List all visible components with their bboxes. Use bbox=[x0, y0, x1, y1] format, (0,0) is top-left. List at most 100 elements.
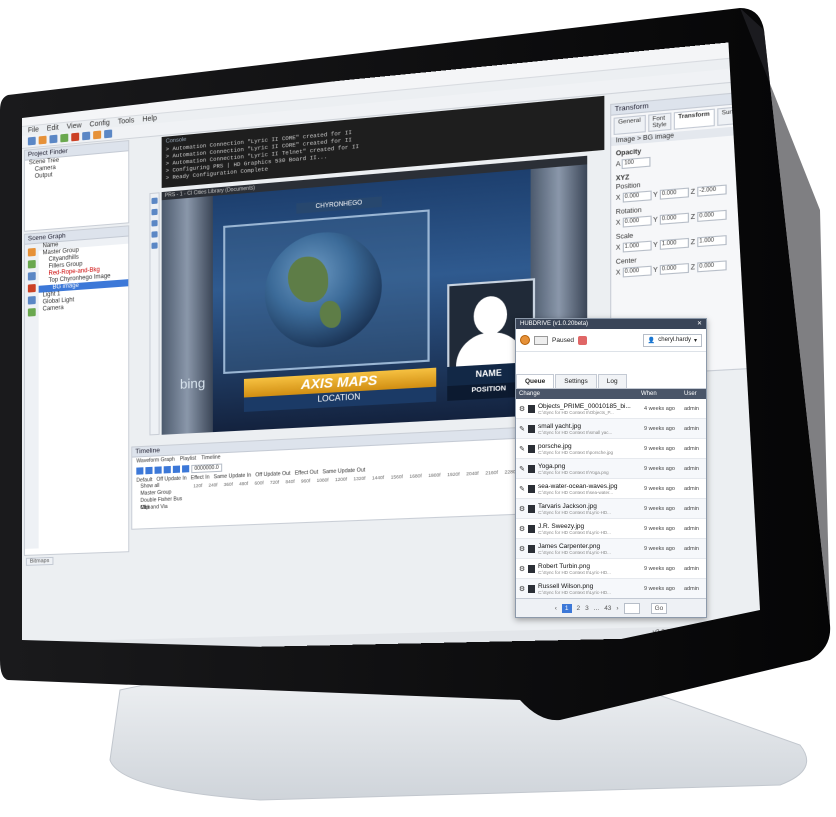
rotation-z-input[interactable]: 0.000 bbox=[696, 209, 727, 222]
timeline-row[interactable]: Clip and Via bbox=[136, 503, 193, 513]
move-icon[interactable] bbox=[151, 208, 158, 216]
queue-row[interactable]: ✎ Yoga.png C:\Sync for HD Context II\Yoga.… bbox=[516, 459, 706, 479]
menu-view[interactable]: View bbox=[67, 122, 82, 130]
tab-timeline[interactable]: Timeline bbox=[201, 454, 220, 461]
position-y-input[interactable]: 0.000 bbox=[659, 187, 689, 200]
queue-row[interactable]: ✎ porsche.jpg C:\Sync for HD Context II\po… bbox=[516, 439, 706, 459]
side-tab-template-library[interactable]: Template Library bbox=[752, 88, 760, 162]
scale-icon[interactable] bbox=[151, 231, 158, 238]
status-m[interactable]: M bbox=[735, 627, 740, 634]
folder-icon[interactable] bbox=[93, 130, 102, 140]
col-when[interactable]: When bbox=[638, 389, 681, 399]
queue-row[interactable]: ⚙ Robert Turbin.png C:\Sync for HD Context… bbox=[516, 559, 706, 579]
pointer-icon[interactable] bbox=[151, 197, 158, 205]
open-icon[interactable] bbox=[38, 135, 47, 145]
page-43[interactable]: 43 bbox=[604, 605, 611, 612]
step-forward-icon[interactable] bbox=[172, 465, 181, 474]
zoom-icon[interactable] bbox=[151, 242, 158, 249]
menu-config[interactable]: Config bbox=[90, 119, 110, 128]
timecode-field[interactable]: 0000000.0 bbox=[191, 463, 222, 474]
queue-row[interactable]: ⚙ J.R. Sweezy.jpg C:\Sync for HD Context I… bbox=[516, 519, 706, 539]
page-1[interactable]: 1 bbox=[561, 603, 572, 613]
step-back-icon[interactable] bbox=[145, 466, 153, 475]
shape-icon[interactable] bbox=[27, 283, 36, 293]
position-z-input[interactable]: -2.000 bbox=[696, 184, 727, 197]
rotation-x-input[interactable]: 0.000 bbox=[622, 215, 652, 228]
play-icon[interactable] bbox=[60, 133, 69, 143]
menu-tools[interactable]: Tools bbox=[118, 117, 134, 126]
queue-row[interactable]: ⚙ Tarvaris Jackson.jpg C:\Sync for HD Cont… bbox=[516, 499, 706, 519]
rotate-icon[interactable] bbox=[151, 219, 158, 227]
tab-transform[interactable]: Transform bbox=[673, 108, 715, 130]
tab-playlist[interactable]: Playlist bbox=[180, 456, 196, 463]
queue-row[interactable]: ✎ sea-water-ocean-waves.jpg C:\Sync for HD… bbox=[516, 479, 706, 499]
stop-icon[interactable] bbox=[71, 132, 80, 142]
tab-surface[interactable]: Surface bbox=[716, 105, 749, 126]
minimize-icon[interactable]: – bbox=[752, 42, 758, 54]
file-icon bbox=[528, 444, 535, 453]
pause-toggle[interactable] bbox=[534, 335, 548, 345]
alert-badge-icon[interactable] bbox=[578, 335, 588, 345]
grid-icon[interactable] bbox=[104, 129, 113, 139]
project-finder-panel: Project Finder Scene Tree Camera Output bbox=[23, 140, 130, 232]
queue-row[interactable]: ⚙ Russell Wilson.png C:\Sync for HD Contex… bbox=[516, 579, 706, 599]
add-icon[interactable] bbox=[27, 259, 36, 269]
status-ws[interactable]: W/S bbox=[758, 627, 760, 634]
tab-log[interactable]: Log bbox=[597, 374, 627, 388]
ruler-tick: 240f bbox=[208, 482, 218, 488]
settings-icon[interactable] bbox=[82, 131, 91, 141]
side-tab-update-ordering[interactable]: Update Ordering bbox=[752, 159, 760, 233]
user-menu-button[interactable]: 👤 cheryl.hardy ▾ bbox=[642, 333, 702, 347]
menu-file[interactable]: File bbox=[28, 126, 39, 134]
queue-row[interactable]: ✎ small yacht.jpg C:\Sync for HD Context I… bbox=[516, 419, 706, 439]
page-number-input[interactable] bbox=[623, 602, 640, 614]
rewind-icon[interactable] bbox=[136, 467, 144, 475]
center-y-input[interactable]: 0.000 bbox=[659, 263, 689, 275]
tab-events[interactable]: Eve bbox=[751, 103, 760, 123]
queue-row[interactable]: ⚙ Objects_PRIME_00010185_bi... C:\Sync for… bbox=[516, 399, 706, 419]
close-icon[interactable]: ✕ bbox=[697, 319, 702, 329]
group-icon[interactable] bbox=[27, 247, 36, 257]
tab-settings[interactable]: Settings bbox=[555, 374, 597, 388]
next-page-button[interactable]: › bbox=[616, 605, 618, 612]
position-x-input[interactable]: 0.000 bbox=[622, 190, 652, 203]
queue-row[interactable]: ⚙ James Carpenter.png C:\Sync for HD Conte… bbox=[516, 539, 706, 559]
rotation-y-input[interactable]: 0.000 bbox=[659, 212, 689, 225]
new-icon[interactable] bbox=[27, 136, 36, 146]
image-icon[interactable] bbox=[27, 296, 36, 305]
scale-y-input[interactable]: 1.000 bbox=[659, 237, 689, 250]
save-icon[interactable] bbox=[49, 134, 58, 144]
close-icon[interactable]: ✕ bbox=[788, 37, 797, 50]
play-icon[interactable] bbox=[154, 466, 162, 474]
scale-x-input[interactable]: 1.000 bbox=[622, 240, 652, 253]
right-side-tabs: Template Library Update Ordering Effects… bbox=[752, 88, 760, 378]
menu-help[interactable]: Help bbox=[142, 115, 157, 124]
status-l[interactable]: L bbox=[747, 627, 751, 634]
maximize-icon[interactable]: □ bbox=[770, 40, 777, 52]
fast-forward-icon[interactable] bbox=[182, 465, 190, 473]
tab-font-style[interactable]: Font Style bbox=[647, 112, 672, 133]
when: 9 weeks ago bbox=[644, 545, 675, 552]
bitmaps-tab[interactable]: Bitmaps bbox=[25, 556, 54, 566]
file-name: James Carpenter.png bbox=[538, 542, 601, 550]
light-icon[interactable] bbox=[27, 308, 36, 317]
tl-col: Effect Out bbox=[294, 469, 319, 477]
col-change[interactable]: Change bbox=[516, 389, 638, 399]
page-2[interactable]: 2 bbox=[577, 605, 581, 612]
center-x-input[interactable]: 0.000 bbox=[622, 265, 652, 278]
scale-z-input[interactable]: 1.000 bbox=[696, 235, 727, 248]
opacity-input[interactable]: 100 bbox=[622, 156, 651, 170]
side-tab-rendering[interactable]: Rendering bbox=[752, 301, 760, 374]
prev-page-button[interactable]: ‹ bbox=[555, 605, 557, 612]
menu-edit[interactable]: Edit bbox=[47, 124, 59, 132]
stop-icon[interactable] bbox=[163, 465, 171, 474]
col-user[interactable]: User bbox=[681, 389, 706, 399]
side-tab-effects[interactable]: Effects bbox=[752, 230, 760, 303]
page-3[interactable]: 3 bbox=[585, 605, 589, 612]
text-icon[interactable] bbox=[27, 271, 36, 281]
tab-general[interactable]: General bbox=[613, 114, 646, 136]
tab-queue[interactable]: Queue bbox=[516, 374, 555, 388]
status-world[interactable]: World bbox=[778, 626, 795, 633]
center-z-input[interactable]: 0.000 bbox=[696, 260, 727, 273]
go-button[interactable]: Go bbox=[650, 602, 668, 614]
